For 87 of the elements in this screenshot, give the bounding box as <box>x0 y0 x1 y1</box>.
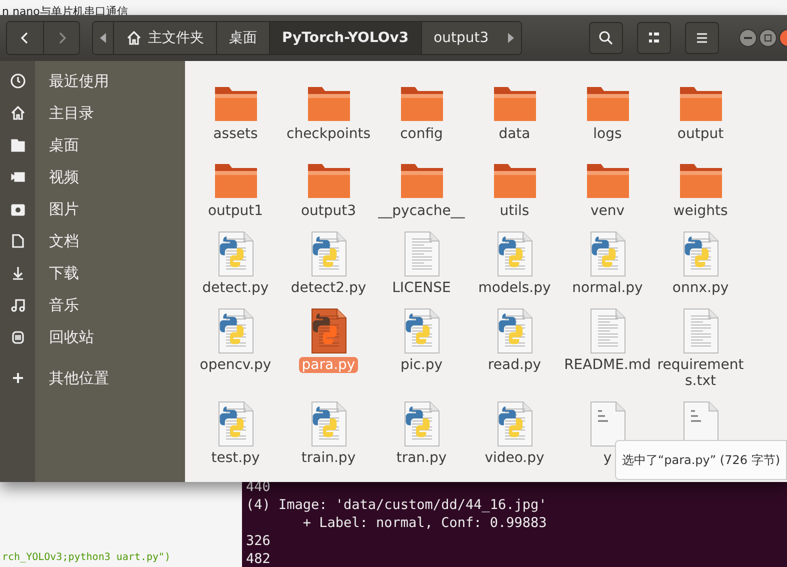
python-file-icon <box>218 231 254 277</box>
python-file-icon <box>310 401 346 447</box>
menu-button[interactable] <box>685 22 719 54</box>
text-file-icon <box>682 308 718 354</box>
file-name[interactable]: models.py <box>475 280 554 296</box>
sidebar-item[interactable]: 主目录 <box>49 104 94 122</box>
sidebar-item[interactable]: 音乐 <box>49 296 79 314</box>
video-camera-icon <box>10 169 26 185</box>
camera-icon <box>10 201 26 217</box>
text-file-icon <box>404 231 440 277</box>
file-name[interactable]: tran.py <box>393 450 450 466</box>
sidebar-item[interactable]: 桌面 <box>49 136 79 154</box>
python-file-icon <box>496 401 532 447</box>
file-name[interactable]: output <box>674 126 727 142</box>
file-name[interactable]: __pycache__ <box>375 203 468 219</box>
search-icon <box>598 30 614 46</box>
file-name[interactable]: README.md <box>561 357 654 373</box>
clock-icon <box>10 73 26 89</box>
sidebar-item[interactable]: 文档 <box>49 232 79 250</box>
file-name[interactable]: weights <box>670 203 731 219</box>
path-scroll-right-button[interactable] <box>500 22 521 54</box>
python-file-icon <box>404 308 440 354</box>
terminal-line: 482 <box>246 550 272 567</box>
file-name[interactable]: detect.py <box>199 280 272 296</box>
python-file-icon <box>310 308 346 354</box>
file-name[interactable]: logs <box>590 126 625 142</box>
python-file-icon <box>496 308 532 354</box>
path-button[interactable]: 主文件夹 <box>113 22 216 54</box>
python-file-icon <box>682 231 718 277</box>
sidebar-item[interactable]: 最近使用 <box>49 72 109 90</box>
file-name[interactable]: assets <box>210 126 261 142</box>
sidebar-item[interactable]: 其他位置 <box>49 368 109 388</box>
python-file-icon <box>404 401 440 447</box>
trash-icon <box>10 329 26 345</box>
python-file-icon <box>590 231 626 277</box>
file-name[interactable]: checkpoints <box>284 126 374 142</box>
path-button[interactable]: PyTorch-YOLOv3 <box>269 22 421 54</box>
file-name[interactable]: detect2.py <box>288 280 370 296</box>
text-file-icon <box>590 308 626 354</box>
file-name[interactable]: read.py <box>484 357 544 373</box>
sidebar-item[interactable]: 视频 <box>49 168 79 186</box>
path-button[interactable]: 桌面 <box>216 22 269 54</box>
file-name[interactable]: LICENSE <box>389 280 454 296</box>
file-name[interactable]: test.py <box>208 450 263 466</box>
file-name[interactable]: output1 <box>204 203 266 219</box>
terminal-line: + Label: normal, Conf: 0.99883 <box>302 514 548 532</box>
home-icon <box>126 30 142 46</box>
menu-icon <box>694 30 710 46</box>
file-name[interactable]: requirements.txt <box>654 357 747 389</box>
file-name[interactable]: venv <box>587 203 628 219</box>
search-button[interactable] <box>589 22 623 54</box>
file-name[interactable]: normal.py <box>569 280 646 296</box>
file-name[interactable]: pic.py <box>397 357 446 373</box>
file-name[interactable]: data <box>496 126 534 142</box>
python-file-icon <box>496 231 532 277</box>
file-name[interactable]: y <box>600 450 615 466</box>
terminal-line: (4) Image: 'data/custom/dd/44_16.jpg' <box>246 496 548 514</box>
file-name[interactable]: utils <box>496 203 532 219</box>
folder-icon <box>10 137 26 153</box>
document-icon <box>10 233 26 249</box>
caret-left-icon <box>100 33 106 43</box>
code-line: rch_YOLOv3;python3 uart.py") <box>2 552 171 564</box>
caret-right-icon <box>508 33 514 43</box>
python-file-icon <box>218 308 254 354</box>
maximize-icon <box>764 34 772 42</box>
file-name[interactable]: train.py <box>298 450 359 466</box>
path-button[interactable]: output3 <box>420 22 501 54</box>
view-options-button[interactable] <box>637 22 671 54</box>
python-file-icon <box>218 401 254 447</box>
terminal-line: 326 <box>246 532 272 550</box>
sidebar-item[interactable]: 回收站 <box>49 328 94 346</box>
music-icon <box>10 297 26 313</box>
sidebar-item[interactable]: 图片 <box>49 200 79 218</box>
back-button[interactable] <box>7 22 43 54</box>
minimize-icon <box>744 37 752 39</box>
selection-status-text: 选中了“para.py” (726 字节) <box>622 452 780 468</box>
file-name[interactable]: output3 <box>298 203 360 219</box>
maximize-button[interactable] <box>759 29 777 47</box>
python-file-icon <box>310 231 346 277</box>
file-name[interactable]: opencv.py <box>196 357 274 373</box>
minimize-button[interactable] <box>739 29 757 47</box>
path-scroll-left-button[interactable] <box>93 22 113 54</box>
home-icon <box>10 105 26 121</box>
sidebar-item[interactable]: 下载 <box>49 264 79 282</box>
file-name[interactable]: video.py <box>482 450 548 466</box>
file-name[interactable]: onnx.py <box>669 280 732 296</box>
file-name[interactable]: config <box>397 126 446 142</box>
